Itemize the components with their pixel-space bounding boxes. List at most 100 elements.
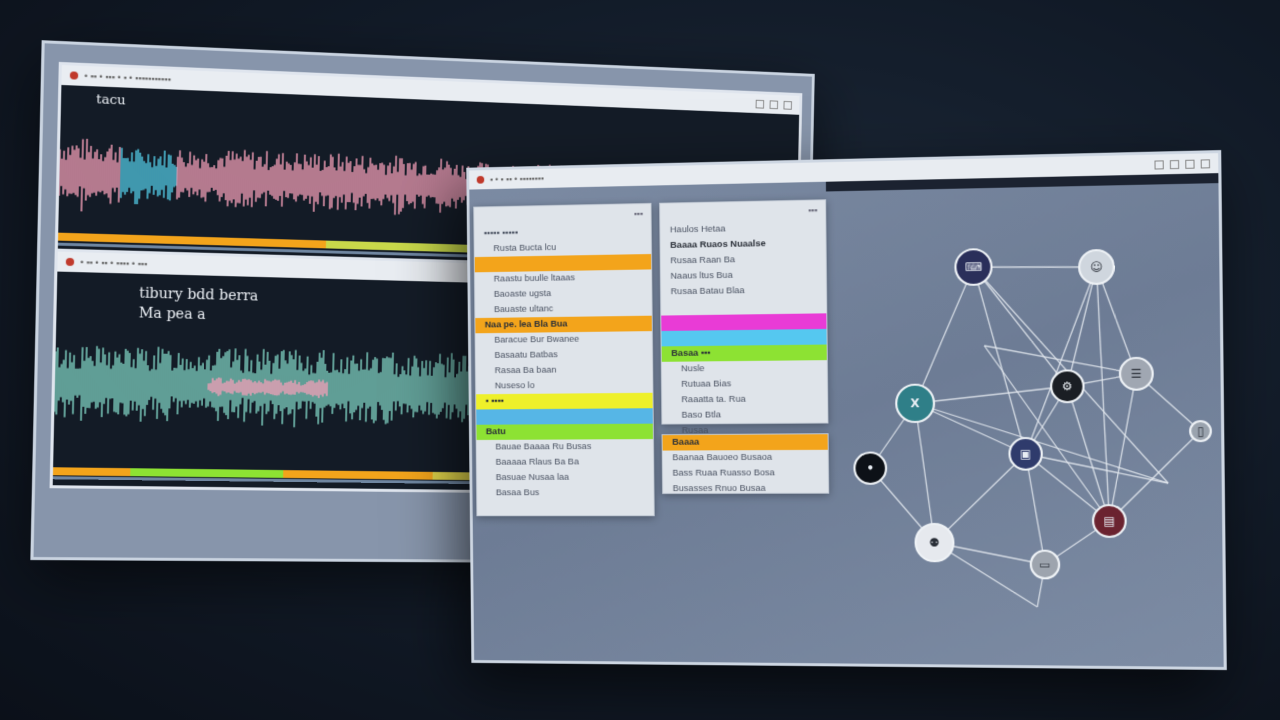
waveform-sample (388, 358, 389, 424)
waveform-sample (80, 158, 81, 186)
list-item[interactable]: Nusle (662, 360, 827, 377)
person-icon[interactable]: ☺ (1079, 250, 1114, 284)
list-item[interactable]: Rasaa Ba baan (476, 362, 653, 379)
list-item[interactable]: ▪ ▪▪▪▪ (476, 393, 653, 410)
waveform-sample (222, 356, 223, 407)
list-item[interactable]: Baanaa Bauoeo Busaoa (663, 450, 828, 466)
list-item[interactable]: Nuseso lo (476, 377, 653, 394)
monitor-icon[interactable]: ▣ (1009, 438, 1042, 470)
list-item[interactable]: Raaatta ta. Rua (662, 391, 827, 408)
tag-icon[interactable]: ▭ (1031, 551, 1060, 579)
waveform-sample (232, 151, 233, 203)
summary-list: Baaaa Baanaa Bauoeo Busaoa Bass Ruaa Ruass… (663, 434, 829, 497)
maximize-icon[interactable] (1170, 160, 1179, 169)
waveform-sample (326, 167, 327, 196)
waveform-sample (374, 357, 375, 423)
waveform-sample (182, 359, 183, 408)
list-item[interactable]: Baaaaa Rlaus Ba Ba (477, 454, 654, 470)
waveform-sample (214, 165, 215, 191)
waveform-sample (369, 158, 370, 209)
file-icon[interactable]: ▯ (1190, 421, 1211, 441)
waveform-sample (153, 355, 154, 409)
grid-icon[interactable]: ☰ (1120, 358, 1153, 390)
waveform-sample (445, 377, 446, 403)
waveform-sample (384, 358, 385, 420)
list-item[interactable]: Busasses Rnuo Busaa (663, 481, 828, 497)
waveform-sample (379, 163, 380, 201)
list-item[interactable]: Bass Ruaa Ruasso Bosa (663, 465, 828, 481)
list-item[interactable] (476, 408, 653, 425)
waveform-sample (161, 349, 162, 409)
graph-node-glyph: ▣ (1020, 447, 1032, 461)
waveform-sample (288, 163, 289, 198)
list-item[interactable]: Basaa Bus (477, 485, 654, 501)
waveform-sample (330, 154, 331, 209)
waveform-sample (318, 156, 319, 204)
list-item[interactable]: Basaatu Batbas (476, 347, 653, 364)
person-cluster-icon[interactable]: ⚉ (915, 524, 953, 561)
waveform-sample (135, 150, 136, 204)
minimize-icon[interactable] (756, 99, 765, 108)
network-window-title: ▪ • ▪ ▪▪ • ▪▪▪▪▪▪▪▪ (490, 174, 544, 185)
record-icon[interactable] (477, 176, 485, 184)
waveform-sample (407, 163, 408, 201)
network-graph[interactable]: ⌨ ☺ X ⚙ ☰ • ▣ ⚉ ▤ ▭ ▯ (834, 173, 1226, 670)
waveform-sample (362, 156, 363, 206)
waveform-sample (167, 351, 169, 421)
waveform-sample (234, 159, 235, 199)
close-icon[interactable] (1201, 159, 1210, 168)
list-item[interactable]: Basuae Nusaa laa (477, 470, 654, 486)
waveform-sample (198, 357, 199, 407)
waveform-sample (306, 161, 307, 199)
record-icon[interactable] (66, 258, 74, 266)
waveform-sample (441, 364, 442, 412)
close-icon[interactable] (783, 100, 792, 109)
list-item[interactable]: Batu (476, 424, 653, 440)
keyboard-icon[interactable]: ⌨ (955, 249, 991, 285)
list-item[interactable]: Baaaa (663, 434, 828, 450)
gear-icon[interactable]: ⚙ (1051, 370, 1084, 402)
waveform-sample (246, 157, 247, 200)
waveform-sample (177, 353, 178, 414)
stage: • ▪▪ • ▪▪▪ • ▪ • ▪▪▪▪▪▪▪▪▪▪▪ tacu • ▪▪ •… (0, 0, 1280, 720)
waveform-sample (460, 371, 461, 411)
waveform-sample (155, 370, 156, 399)
waveform-sample (192, 368, 193, 403)
waveform-sample (458, 362, 459, 418)
x-icon[interactable]: X (896, 385, 934, 423)
list-item[interactable] (661, 329, 826, 346)
waveform-sample (380, 372, 381, 405)
list-item[interactable]: Rutuaa Bias (662, 376, 827, 393)
waveform-sample (157, 347, 159, 419)
track-label-line1: tibury bdd berra (139, 286, 258, 305)
waveform-sample (316, 165, 317, 202)
waveform-sample (200, 365, 201, 400)
waveform-sample (286, 162, 287, 198)
waveform-sample (431, 173, 432, 197)
waveform-sample (334, 370, 335, 408)
waveform-sample (69, 155, 70, 194)
waveform-sample (338, 154, 339, 210)
waveform-sample (348, 163, 349, 202)
record-icon[interactable] (70, 71, 78, 79)
waveform-sample (197, 159, 198, 196)
waveform-sample (87, 358, 88, 408)
waveform-sample (310, 157, 311, 204)
waveform-sample (450, 353, 451, 419)
waveform-sample (128, 353, 129, 414)
list-item[interactable]: Bauae Baaaa Ru Busas (477, 439, 654, 455)
waveform-sample (272, 166, 273, 196)
waveform-sample (411, 366, 412, 409)
waveform-sample (120, 362, 121, 402)
maximize-icon[interactable] (770, 100, 779, 109)
minimize-icon[interactable] (1154, 160, 1163, 169)
restore-icon[interactable] (1185, 159, 1194, 168)
waveform-sample (177, 157, 178, 200)
list-item[interactable]: Basaa ▪▪▪ (662, 345, 827, 362)
dot-icon[interactable]: • (854, 452, 886, 483)
waveform-sample (328, 166, 329, 195)
waveform-sample (104, 354, 105, 404)
folder-icon[interactable]: ▤ (1093, 505, 1126, 537)
waveform-sample (146, 163, 147, 189)
list-item[interactable]: Baso Btla (662, 407, 827, 424)
